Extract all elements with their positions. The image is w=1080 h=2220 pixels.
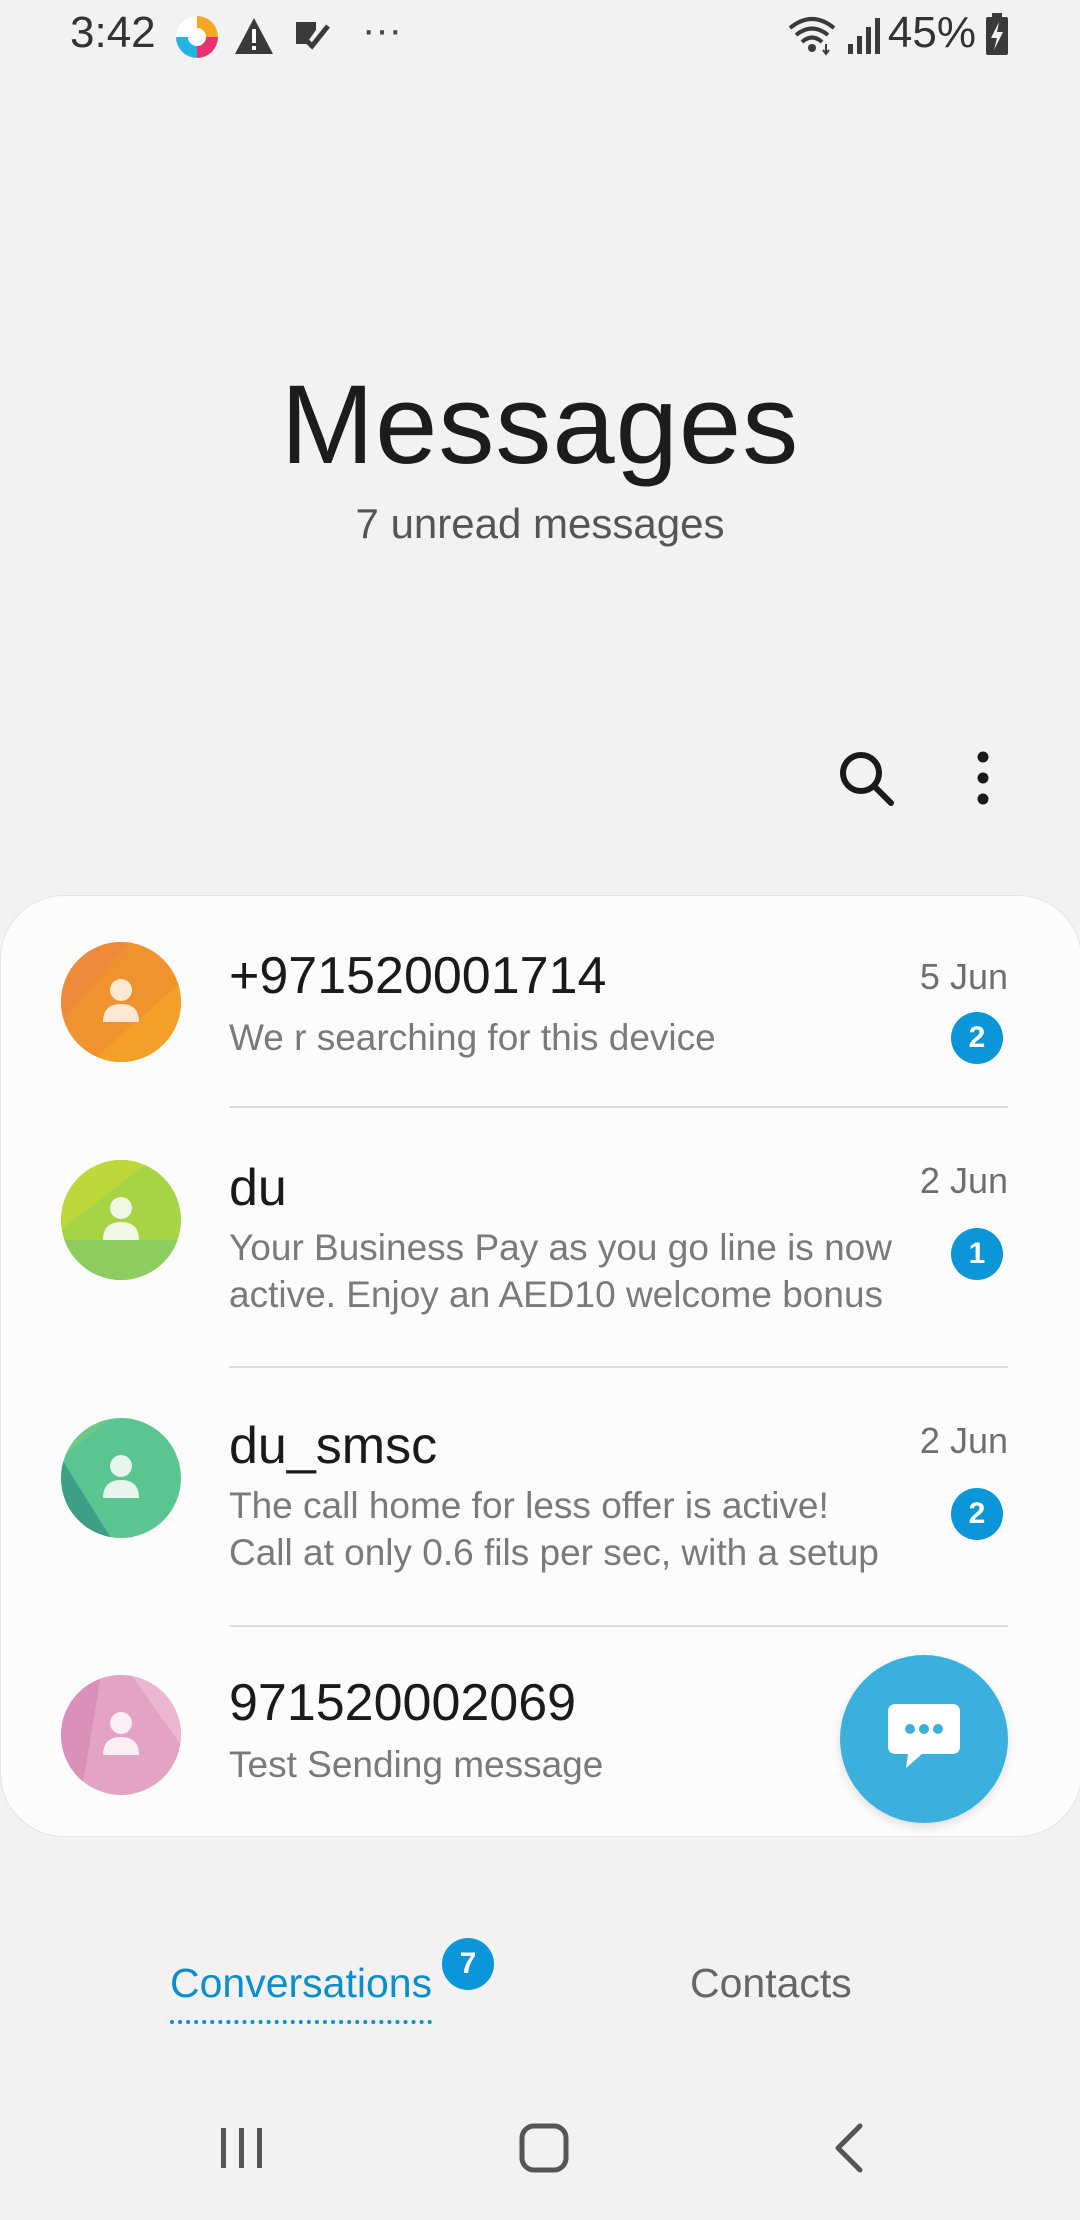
contact-name: 971520002069 — [229, 1674, 577, 1732]
page-title: Messages — [280, 362, 800, 487]
unread-count-text: 7 unread messages — [355, 500, 725, 547]
avatar[interactable] — [61, 1160, 181, 1280]
status-bar: 3:42 ··· 45% — [0, 0, 1080, 72]
battery-percentage: 45% — [887, 8, 976, 57]
signal-icon — [846, 16, 882, 61]
unread-badge: 2 — [951, 1488, 1003, 1540]
message-preview: Your Business Pay as you go line is now … — [229, 1227, 892, 1315]
message-date: 2 Jun — [919, 1420, 1008, 1461]
conversation-row[interactable]: du_smsc The call home for less offer is … — [1, 1368, 1080, 1626]
tab-conversations-label: Conversations — [170, 1960, 433, 2006]
contact-placeholder-icon — [61, 1160, 181, 1280]
active-tab-indicator — [170, 2020, 433, 2024]
avatar[interactable] — [61, 942, 181, 1062]
tab-contacts-label: Contacts — [690, 1960, 852, 2006]
tab-unread-badge: 7 — [442, 1938, 494, 1990]
warning-icon — [233, 16, 275, 61]
contact-placeholder-icon — [61, 1675, 181, 1795]
contact-placeholder-icon — [61, 1418, 181, 1538]
contact-name: +971520001714 — [229, 947, 607, 1005]
message-preview: We r searching for this device — [229, 1017, 716, 1058]
contact-name: du — [229, 1159, 287, 1217]
compose-message-icon — [886, 1702, 962, 1777]
message-preview: The call home for less offer is active! … — [229, 1485, 879, 1573]
tab-conversations[interactable]: Conversations — [170, 1960, 433, 2024]
message-preview: Test Sending message — [229, 1744, 604, 1785]
recent-apps-icon — [217, 2124, 267, 2177]
more-options-button[interactable] — [943, 740, 1023, 820]
tab-contacts[interactable]: Contacts — [690, 1960, 852, 2007]
home-button[interactable] — [494, 2110, 594, 2190]
home-icon — [518, 2122, 570, 2179]
contact-name: du_smsc — [229, 1417, 438, 1475]
unread-badge: 2 — [951, 1012, 1003, 1064]
search-icon — [837, 749, 895, 812]
app-notification-icon — [174, 14, 220, 65]
recent-apps-button[interactable] — [192, 2110, 292, 2190]
avatar[interactable] — [61, 1418, 181, 1538]
message-date: 5 Jun — [919, 956, 1008, 997]
avatar[interactable] — [61, 1675, 181, 1795]
contact-placeholder-icon — [61, 942, 181, 1062]
conversation-row[interactable]: +971520001714 We r searching for this de… — [1, 896, 1080, 1106]
search-button[interactable] — [826, 740, 906, 820]
overflow-indicator: ··· — [362, 8, 402, 52]
task-check-icon — [292, 16, 332, 61]
unread-badge: 1 — [951, 1228, 1003, 1280]
status-time: 3:42 — [70, 8, 156, 57]
conversation-row[interactable]: du Your Business Pay as you go line is n… — [1, 1108, 1080, 1366]
back-button[interactable] — [798, 2110, 898, 2190]
battery-charging-icon — [984, 12, 1010, 61]
back-icon — [830, 2122, 866, 2179]
wifi-icon — [786, 14, 838, 61]
more-options-icon — [973, 751, 993, 810]
compose-message-button[interactable] — [840, 1655, 1008, 1823]
message-date: 2 Jun — [919, 1160, 1008, 1201]
